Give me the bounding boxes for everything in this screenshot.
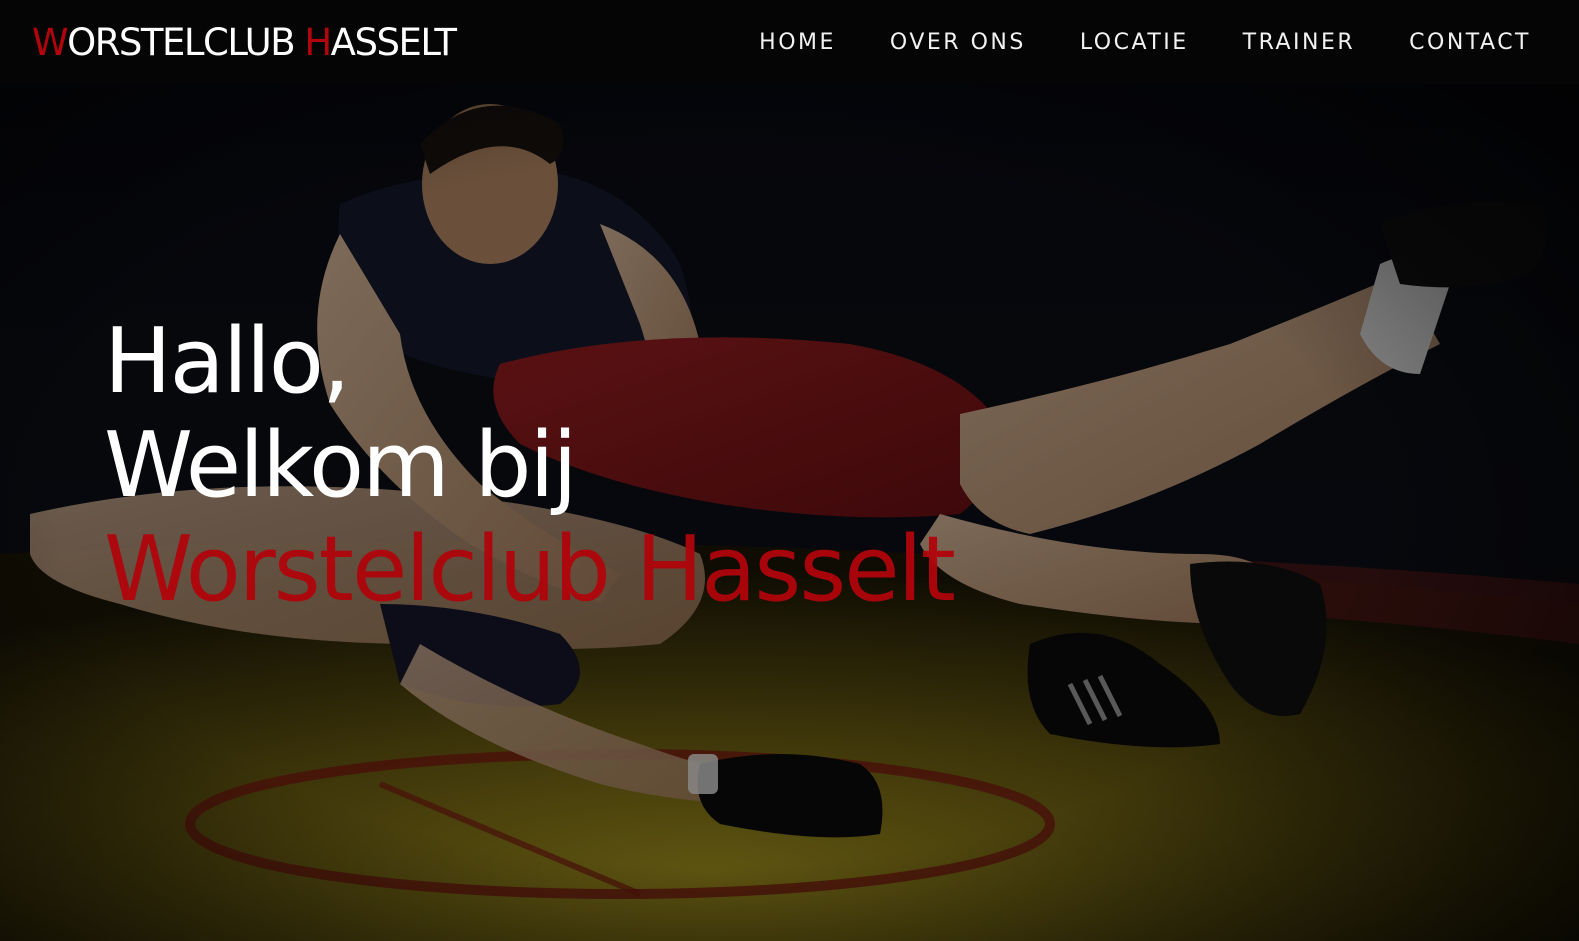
- nav-link-contact[interactable]: CONTACT: [1409, 30, 1531, 55]
- hero-greeting: Hallo,: [104, 309, 351, 414]
- hero-club-name: Worstelclub Hasselt: [104, 517, 956, 622]
- hero-welcome: Welkom bij: [104, 413, 577, 518]
- nav-item-locatie: LOCATIE: [1080, 28, 1189, 58]
- nav-link-home[interactable]: HOME: [759, 30, 836, 55]
- main-nav: HOME OVER ONS LOCATIE TRAINER CONTACT: [759, 28, 1531, 58]
- nav-item-trainer: TRAINER: [1243, 28, 1356, 58]
- nav-item-home: HOME: [759, 28, 836, 58]
- nav-item-contact: CONTACT: [1409, 28, 1531, 58]
- hero-heading: Hallo, Welkom bij Worstelclub Hasselt: [104, 309, 956, 622]
- brand-logo-link[interactable]: WORSTELCLUB HASSELT: [32, 20, 457, 66]
- navbar: WORSTELCLUB HASSELT HOME OVER ONS LOCATI…: [0, 0, 1579, 84]
- nav-link-locatie[interactable]: LOCATIE: [1080, 30, 1189, 55]
- hero-section: Hallo, Welkom bij Worstelclub Hasselt: [0, 84, 1579, 941]
- brand-text-first: ORSTELCLUB: [67, 21, 305, 64]
- nav-item-over-ons: OVER ONS: [890, 28, 1026, 58]
- brand-initial-h: H: [304, 21, 332, 64]
- brand-text-second: ASSELT: [330, 21, 457, 64]
- brand-initial-w: W: [32, 21, 69, 64]
- page: WORSTELCLUB HASSELT HOME OVER ONS LOCATI…: [0, 0, 1579, 941]
- nav-link-trainer[interactable]: TRAINER: [1243, 30, 1356, 55]
- nav-link-over-ons[interactable]: OVER ONS: [890, 30, 1026, 55]
